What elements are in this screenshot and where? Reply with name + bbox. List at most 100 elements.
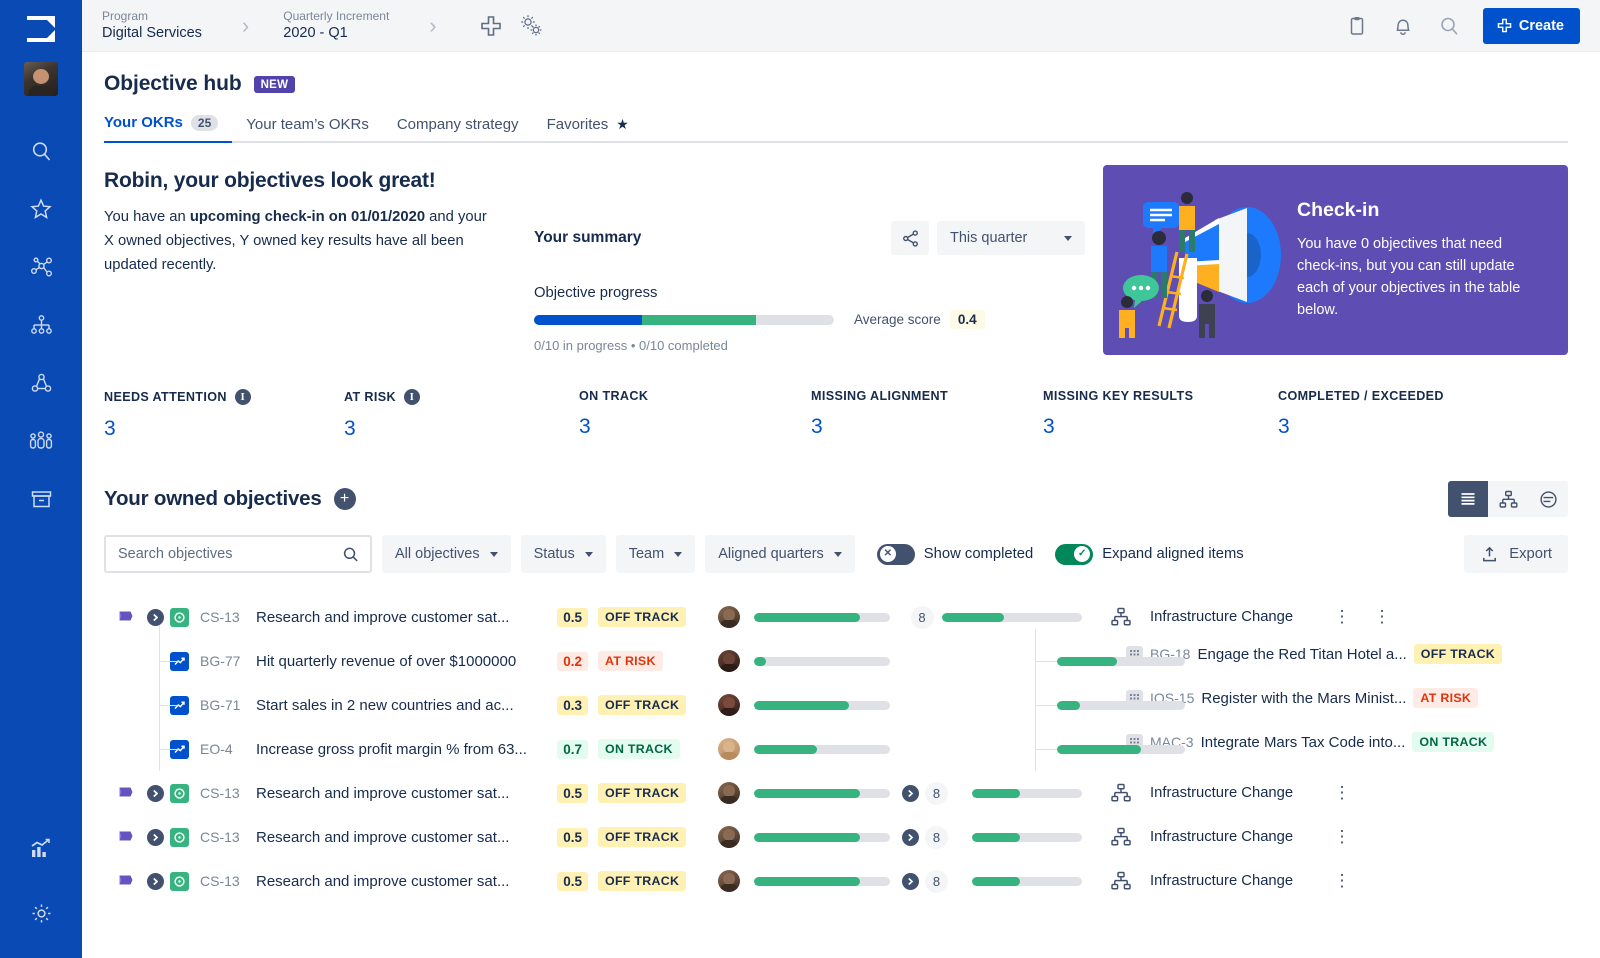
rail-bottom-items xyxy=(0,830,82,932)
breadcrumb-program[interactable]: Program Digital Services xyxy=(102,9,202,43)
create-button[interactable]: Create xyxy=(1482,7,1580,44)
issue-key[interactable]: CS-13 xyxy=(200,609,256,625)
alignment-count-cell[interactable]: 8 xyxy=(902,869,972,893)
toggle-show-completed[interactable]: ✕ Show completed xyxy=(876,543,1033,565)
search-objectives-box[interactable] xyxy=(104,535,372,573)
gears-icon[interactable] xyxy=(511,6,551,46)
avatar[interactable] xyxy=(718,782,740,804)
search-icon[interactable] xyxy=(1429,6,1469,46)
expand-aligned-chevron[interactable] xyxy=(902,828,919,846)
expand-row-chevron[interactable] xyxy=(146,784,164,802)
view-list[interactable] xyxy=(1448,481,1488,517)
expand-aligned-chevron[interactable] xyxy=(902,872,919,890)
toggle-expand-aligned-switch[interactable]: ✓ xyxy=(1055,543,1094,565)
toggle-show-completed-switch[interactable]: ✕ xyxy=(876,543,915,565)
toggle-expand-aligned-label: Expand aligned items xyxy=(1102,546,1244,562)
filter-aligned-quarters[interactable]: Aligned quarters xyxy=(705,535,855,573)
issue-key[interactable]: CS-13 xyxy=(200,873,256,889)
tab-your-okrs[interactable]: Your OKRs 25 xyxy=(104,114,233,143)
rail-program[interactable] xyxy=(18,364,64,402)
share-icon[interactable] xyxy=(891,221,929,255)
issue-key[interactable]: CS-13 xyxy=(200,829,256,845)
aligned-item-name[interactable]: Integrate Mars Tax Code into... xyxy=(1201,734,1406,751)
avatar[interactable] xyxy=(718,606,740,628)
alignment-count-cell[interactable]: 8 xyxy=(902,781,972,805)
view-tree[interactable] xyxy=(1488,481,1528,517)
rail-hierarchy[interactable] xyxy=(18,306,64,344)
table-row[interactable]: CS-13 Research and improve customer sat..… xyxy=(104,859,1568,903)
notifications-bell-icon[interactable] xyxy=(1383,6,1423,46)
plus-icon[interactable] xyxy=(471,6,511,46)
tab-company-strategy[interactable]: Company strategy xyxy=(383,116,533,143)
table-row[interactable]: CS-13 Research and improve customer sat..… xyxy=(104,595,1568,639)
team-name[interactable]: Infrastructure Change xyxy=(1150,785,1322,801)
objective-name[interactable]: Research and improve customer sat... xyxy=(256,609,548,626)
issue-key[interactable]: BG-77 xyxy=(200,653,256,669)
view-timeline[interactable] xyxy=(1528,481,1568,517)
issue-key[interactable]: CS-13 xyxy=(200,785,256,801)
key-result-name[interactable]: Start sales in 2 new countries and ac... xyxy=(256,697,548,714)
objective-name[interactable]: Research and improve customer sat... xyxy=(256,785,548,802)
flag-cell xyxy=(104,871,140,891)
plus-circle-icon[interactable]: + xyxy=(333,488,356,510)
issue-key[interactable]: EO-4 xyxy=(200,741,256,757)
objective-name[interactable]: Research and improve customer sat... xyxy=(256,873,548,890)
row-actions-menu[interactable]: ⋮ xyxy=(1334,828,1351,845)
filter-all-objectives[interactable]: All objectives xyxy=(382,535,511,573)
row-actions-menu[interactable]: ⋮ xyxy=(1334,608,1351,625)
filter-team[interactable]: Team xyxy=(615,535,696,573)
expand-aligned-chevron[interactable] xyxy=(902,784,919,802)
avatar[interactable] xyxy=(718,738,740,760)
expand-row-chevron[interactable] xyxy=(146,608,164,626)
period-select[interactable]: This quarter xyxy=(937,221,1085,255)
toggle-expand-aligned[interactable]: ✓ Expand aligned items xyxy=(1055,543,1244,565)
rail-reports[interactable] xyxy=(18,830,64,868)
rail-archive[interactable] xyxy=(18,480,64,518)
export-button[interactable]: Export xyxy=(1464,535,1568,573)
aligned-item-name[interactable]: Register with the Mars Minist... xyxy=(1201,690,1406,707)
tab-teams-okrs[interactable]: Your team’s OKRs xyxy=(232,116,383,143)
info-icon[interactable]: i xyxy=(234,389,251,405)
table-row[interactable]: CS-13 Research and improve customer sat..… xyxy=(104,771,1568,815)
row-actions-menu[interactable]: ⋮ xyxy=(1334,872,1351,889)
filter-status[interactable]: Status xyxy=(520,535,606,573)
stat-value: 3 xyxy=(104,417,116,440)
team-name[interactable]: Infrastructure Change xyxy=(1150,829,1322,845)
row-actions-menu[interactable]: ⋮ xyxy=(1334,784,1351,801)
avatar[interactable] xyxy=(24,62,58,96)
breadcrumb-increment[interactable]: Quarterly Increment 2020 - Q1 xyxy=(283,9,389,43)
rail-dependencies[interactable] xyxy=(18,248,64,286)
info-icon[interactable]: i xyxy=(403,389,420,405)
alignment-count-cell[interactable]: 8 xyxy=(902,825,972,849)
rail-search[interactable] xyxy=(18,132,64,170)
alignment-count-cell[interactable]: 8 xyxy=(902,605,942,629)
rail-favorites[interactable] xyxy=(18,190,64,228)
avatar[interactable] xyxy=(718,694,740,716)
avatar[interactable] xyxy=(718,870,740,892)
rail-settings[interactable] xyxy=(18,894,64,932)
status-cell: OFF TRACK xyxy=(588,871,718,891)
objective-name[interactable]: Research and improve customer sat... xyxy=(256,829,548,846)
rail-teams[interactable] xyxy=(18,422,64,460)
aligned-item-name[interactable]: Engage the Red Titan Hotel a... xyxy=(1197,646,1406,663)
avatar[interactable] xyxy=(718,826,740,848)
chevron-right-icon-2: › xyxy=(429,12,437,38)
issue-key[interactable]: BG-71 xyxy=(200,697,256,713)
team-name[interactable]: Infrastructure Change xyxy=(1150,873,1322,889)
tab-favorites[interactable]: Favorites ★ xyxy=(533,116,643,143)
clipboard-icon[interactable] xyxy=(1337,6,1377,46)
status-cell: AT RISK xyxy=(588,651,718,671)
stat-card: ON TRACK 3 xyxy=(579,389,811,441)
checkin-card[interactable]: Check-in You have 0 objectives that need… xyxy=(1103,165,1568,355)
search-input[interactable] xyxy=(118,546,341,562)
more-cell: ⋮ xyxy=(1322,784,1362,801)
key-result-name[interactable]: Increase gross profit margin % from 63..… xyxy=(256,741,548,758)
key-result-name[interactable]: Hit quarterly revenue of over $1000000 xyxy=(256,653,548,670)
app-logo-icon[interactable] xyxy=(22,10,60,48)
row-actions-menu[interactable]: ⋮ xyxy=(1374,608,1391,625)
team-name[interactable]: Infrastructure Change xyxy=(1150,609,1322,625)
expand-row-chevron[interactable] xyxy=(146,872,164,890)
table-row[interactable]: CS-13 Research and improve customer sat..… xyxy=(104,815,1568,859)
avatar[interactable] xyxy=(718,650,740,672)
expand-row-chevron[interactable] xyxy=(146,828,164,846)
